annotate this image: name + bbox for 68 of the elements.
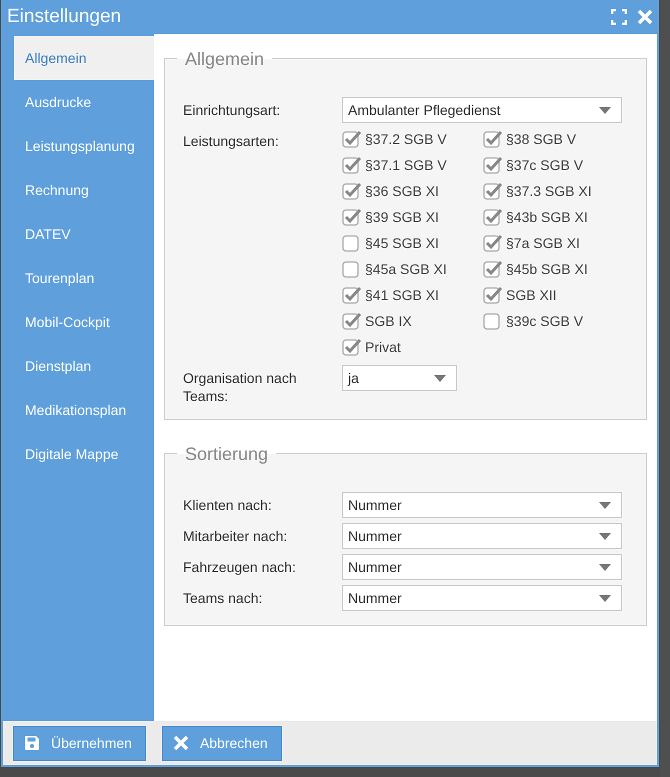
checkbox[interactable] — [342, 182, 362, 200]
caret-icon — [599, 532, 611, 540]
checkbox-label: §7a SGB XI — [506, 235, 580, 251]
field-label: Leistungsarten: — [183, 132, 280, 150]
caret-icon — [599, 502, 611, 508]
field-label: Teams nach: — [183, 589, 264, 607]
sidebar-item[interactable]: Allgemein — [14, 36, 154, 80]
checkbox-label: SGB XII — [506, 287, 557, 303]
field-label: Fahrzeugen nach: — [183, 558, 297, 576]
dropdown[interactable]: ja — [342, 365, 457, 391]
sidebar-item[interactable]: Tourenplan — [5, 256, 154, 300]
dropdown[interactable]: Nummer — [342, 523, 622, 549]
dropdown[interactable]: Ambulanter Pflegedienst — [342, 97, 622, 123]
sidebar-item[interactable]: Digitale Mappe — [5, 432, 154, 476]
checkbox-label: §45a SGB XI — [365, 261, 447, 277]
sidebar-item[interactable]: Rechnung — [5, 168, 154, 212]
checkbox[interactable] — [342, 208, 362, 226]
sidebar-item[interactable]: Ausdrucke — [5, 80, 154, 124]
checkbox[interactable] — [483, 208, 503, 226]
checkbox-label: §36 SGB XI — [365, 183, 439, 199]
caret-icon — [434, 374, 446, 382]
checkbox[interactable] — [342, 156, 362, 174]
section-title: Sortierung — [177, 444, 276, 464]
sidebar-item[interactable]: Mobil-Cockpit — [5, 300, 154, 344]
cancel-button[interactable]: Abbrechen — [162, 726, 282, 760]
sidebar-item[interactable]: Medikationsplan — [5, 388, 154, 432]
field-label: Mitarbeiter nach: — [183, 527, 288, 545]
checkbox-label: §37c SGB V — [506, 157, 584, 173]
dropdown[interactable]: Nummer — [342, 585, 622, 611]
maximize-icon[interactable] — [611, 9, 627, 25]
window-title: Einstellungen — [7, 6, 122, 28]
checkbox-label: §39 SGB XI — [365, 209, 439, 225]
field-label: Klienten nach: — [183, 496, 273, 514]
checkbox[interactable] — [483, 286, 503, 304]
dropdown[interactable]: Nummer — [342, 492, 622, 518]
close-icon — [172, 735, 189, 751]
checkbox[interactable] — [342, 338, 362, 356]
caret-icon — [599, 106, 611, 114]
checkbox-label: SGB IX — [365, 313, 412, 329]
checkbox[interactable] — [342, 130, 362, 148]
section-title: Allgemein — [177, 49, 272, 69]
checkbox-label: §37.1 SGB V — [365, 157, 447, 173]
checkbox-label: §38 SGB V — [506, 131, 576, 147]
field-label: Organisation nach Teams: — [183, 369, 298, 405]
sidebar-item[interactable]: Dienstplan — [5, 344, 154, 388]
checkbox[interactable] — [483, 130, 503, 148]
checkbox-label: §39c SGB V — [506, 313, 584, 329]
checkbox-label: §37.3 SGB XI — [506, 183, 592, 199]
checkbox[interactable] — [483, 156, 503, 174]
save-button[interactable]: Übernehmen — [13, 726, 146, 760]
caret-icon — [599, 594, 611, 602]
checkbox-label: §41 SGB XI — [365, 287, 439, 303]
checkbox[interactable] — [342, 312, 362, 330]
checkbox-label: Privat — [365, 339, 401, 355]
sidebar-item[interactable]: DATEV — [5, 212, 154, 256]
checkbox-label: §43b SGB XI — [506, 209, 588, 225]
close-icon[interactable] — [637, 9, 653, 25]
dropdown[interactable]: Nummer — [342, 554, 622, 580]
field-label: Einrichtungsart: — [183, 101, 282, 119]
checkbox-label: §37.2 SGB V — [365, 131, 447, 147]
checkbox-label: §45b SGB XI — [506, 261, 588, 277]
sidebar-item[interactable]: Leistungsplanung — [5, 124, 154, 168]
caret-icon — [599, 564, 611, 570]
checkbox-label: §45 SGB XI — [365, 235, 439, 251]
checkbox[interactable] — [483, 234, 503, 252]
checkbox[interactable] — [483, 260, 503, 278]
checkbox[interactable] — [483, 182, 503, 200]
checkbox[interactable] — [342, 286, 362, 304]
